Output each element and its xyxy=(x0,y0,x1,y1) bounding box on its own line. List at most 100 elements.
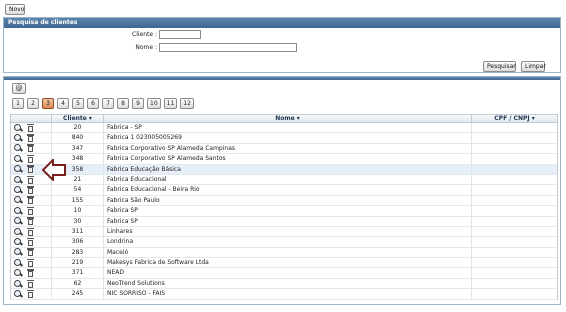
view-magnifier-icon[interactable] xyxy=(14,237,24,246)
table-row[interactable]: 155 Fabrica São Paulo xyxy=(10,195,558,207)
cpf-cnpj-cell xyxy=(472,133,557,142)
page-button-10[interactable]: 10 xyxy=(147,98,161,109)
nome-column-header[interactable]: Nome ▾ xyxy=(104,115,472,122)
cpf-cnpj-cell xyxy=(472,123,557,132)
view-magnifier-icon[interactable] xyxy=(14,206,24,215)
page-button-8[interactable]: 8 xyxy=(117,98,129,109)
view-magnifier-icon[interactable] xyxy=(14,248,24,256)
delete-trash-icon[interactable] xyxy=(26,279,35,288)
page-button-9[interactable]: 9 xyxy=(132,98,144,109)
cliente-column-header[interactable]: Cliente ▾ xyxy=(52,115,104,122)
delete-trash-icon[interactable] xyxy=(26,144,35,153)
view-magnifier-icon[interactable] xyxy=(14,196,24,204)
table-row[interactable]: 311 Linhares xyxy=(10,226,558,238)
clear-button[interactable]: Limpar xyxy=(521,61,546,72)
view-magnifier-icon[interactable] xyxy=(14,279,24,288)
cliente-label: Cliente : xyxy=(132,31,157,38)
row-actions xyxy=(11,258,52,268)
cpf-cnpj-cell xyxy=(472,175,557,184)
table-row[interactable]: 371 NEAD xyxy=(10,268,558,279)
new-button[interactable]: Novo xyxy=(5,4,25,15)
row-actions xyxy=(11,123,52,133)
view-magnifier-icon[interactable] xyxy=(14,258,24,267)
delete-trash-icon[interactable] xyxy=(26,196,35,205)
page-button-11[interactable]: 11 xyxy=(163,98,178,109)
delete-trash-icon[interactable] xyxy=(26,165,35,174)
view-magnifier-icon[interactable] xyxy=(14,165,24,173)
delete-trash-icon[interactable] xyxy=(26,206,35,215)
delete-trash-icon[interactable] xyxy=(26,134,35,143)
view-magnifier-icon[interactable] xyxy=(14,123,24,132)
table-row[interactable]: 30 Fabrica SP xyxy=(10,216,558,227)
cpf-cnpj-cell xyxy=(472,154,557,163)
delete-trash-icon[interactable] xyxy=(26,186,35,195)
cliente-cell: 54 xyxy=(52,185,104,195)
page-button-7[interactable]: 7 xyxy=(102,98,114,109)
table-header: Cliente ▾ Nome ▾ CPF / CNPJ ▾ xyxy=(10,114,558,123)
delete-trash-icon[interactable] xyxy=(26,269,35,278)
table-row[interactable]: 20 Fabrica - SP xyxy=(10,123,558,134)
cliente-cell: 245 xyxy=(52,289,104,299)
table-row[interactable]: 245 NIC SORRISO - FAIS xyxy=(10,289,558,300)
row-actions xyxy=(11,289,52,299)
nome-cell: Maceió xyxy=(104,247,472,258)
delete-trash-icon[interactable] xyxy=(26,154,35,163)
email-at-button[interactable]: @ xyxy=(12,83,26,94)
delete-trash-icon[interactable] xyxy=(26,175,35,184)
cpf-cnpj-cell xyxy=(472,196,557,205)
row-actions xyxy=(11,195,52,206)
view-magnifier-icon[interactable] xyxy=(14,289,24,298)
view-magnifier-icon[interactable] xyxy=(14,144,24,152)
table-row[interactable]: 358 Fabrica Educação Básica xyxy=(10,164,558,175)
view-magnifier-icon[interactable] xyxy=(14,217,24,225)
delete-trash-icon[interactable] xyxy=(26,227,35,236)
view-magnifier-icon[interactable] xyxy=(14,154,24,163)
row-actions xyxy=(11,237,52,247)
page-button-4[interactable]: 4 xyxy=(57,98,69,109)
view-magnifier-icon[interactable] xyxy=(14,175,24,184)
view-magnifier-icon[interactable] xyxy=(14,134,24,142)
table-row[interactable]: 840 Fabrica 1 023005005269 xyxy=(10,133,558,144)
cpf-cnpj-cell xyxy=(472,227,557,236)
page-button-1[interactable]: 1 xyxy=(12,98,24,109)
cliente-cell: 155 xyxy=(52,195,104,206)
cliente-cell: 219 xyxy=(52,258,104,268)
page-button-2[interactable]: 2 xyxy=(27,98,39,109)
table-row[interactable]: 21 Fabrica Educacional xyxy=(10,174,558,186)
table-row[interactable]: 62 NeoTrend Solutions xyxy=(10,278,558,290)
page-button-6[interactable]: 6 xyxy=(87,98,99,109)
row-actions xyxy=(11,133,52,143)
cpf-cnpj-column-header[interactable]: CPF / CNPJ ▾ xyxy=(472,115,557,122)
view-magnifier-icon[interactable] xyxy=(14,269,24,277)
search-button[interactable]: Pesquisar xyxy=(483,61,516,72)
page-button-12[interactable]: 12 xyxy=(180,98,194,109)
nome-input[interactable] xyxy=(159,43,297,52)
pagination: 1 2 3 4 5 6 7 8 9 10 11 12 xyxy=(12,98,194,109)
cliente-input[interactable] xyxy=(159,30,201,39)
delete-trash-icon[interactable] xyxy=(26,248,35,257)
nome-label: Nome : xyxy=(135,44,157,51)
nome-cell: NIC SORRISO - FAIS xyxy=(104,289,472,299)
table-row[interactable]: 306 Londrina xyxy=(10,237,558,248)
view-magnifier-icon[interactable] xyxy=(14,227,24,236)
table-row[interactable]: 283 Maceió xyxy=(10,247,558,259)
table-row[interactable]: 347 Fabrica Corporativo SP Alameda Campin… xyxy=(10,143,558,155)
table-row[interactable]: 10 Fabrica SP xyxy=(10,206,558,217)
nome-cell: NeoTrend Solutions xyxy=(104,278,472,289)
cliente-cell: 62 xyxy=(52,278,104,289)
table-row[interactable]: 219 Makesys Fabrica de Software Ltda xyxy=(10,258,558,269)
view-magnifier-icon[interactable] xyxy=(14,186,24,194)
row-actions xyxy=(11,226,52,237)
cpf-cnpj-cell xyxy=(472,248,557,257)
table-row[interactable]: 54 Fabrica Educacional - Beira Rio xyxy=(10,185,558,196)
delete-trash-icon[interactable] xyxy=(26,123,35,132)
cpf-cnpj-cell xyxy=(472,279,557,288)
search-panel-title: Pesquisa de clientes xyxy=(4,18,560,28)
page-button-5[interactable]: 5 xyxy=(72,98,84,109)
table-row[interactable]: 348 Fabrica Corporativo SP Alameda Santos xyxy=(10,154,558,165)
delete-trash-icon[interactable] xyxy=(26,258,35,267)
delete-trash-icon[interactable] xyxy=(26,217,35,226)
page-button-3[interactable]: 3 xyxy=(42,98,54,109)
delete-trash-icon[interactable] xyxy=(26,289,35,298)
delete-trash-icon[interactable] xyxy=(26,237,35,246)
